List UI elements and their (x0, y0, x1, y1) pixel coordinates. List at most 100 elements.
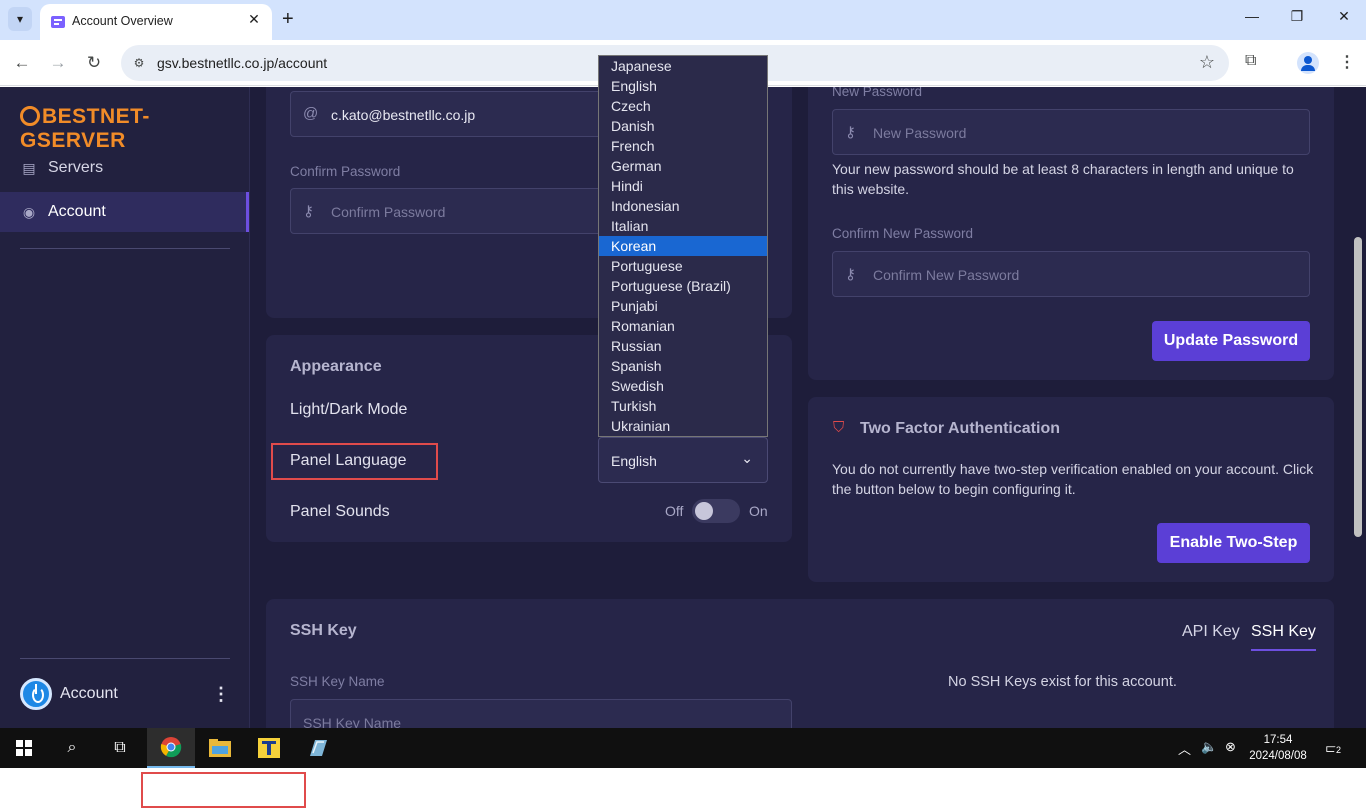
panel-sounds-toggle[interactable] (692, 499, 740, 523)
language-option[interactable]: Swedish (599, 376, 767, 396)
language-option[interactable]: Danish (599, 116, 767, 136)
language-option[interactable]: Spanish (599, 356, 767, 376)
ssh-key-name-field[interactable]: SSH Key Name (290, 699, 792, 728)
toggle-knob (695, 502, 713, 520)
ssh-key-title: SSH Key (290, 622, 357, 639)
language-option[interactable]: Korean (599, 236, 767, 256)
ssh-key-card: SSH Key API Key SSH Key SSH Key Name SSH… (266, 599, 1334, 728)
forward-icon[interactable]: → (47, 52, 69, 74)
update-password-card: New Password ⚷ New Password Your new pas… (808, 87, 1334, 380)
reload-icon[interactable]: ↻ (83, 52, 105, 74)
confirm-new-password-placeholder: Confirm New Password (873, 267, 1020, 283)
browser-tabstrip: ▾ Account Overview ✕ + — ❐ ✕ (0, 0, 1366, 40)
extensions-icon[interactable]: ⧉ (1245, 52, 1256, 70)
ssh-key-name-label: SSH Key Name (290, 674, 385, 689)
url-text: gsv.bestnetllc.co.jp/account (157, 55, 328, 71)
chrome-taskbar-icon[interactable] (147, 728, 195, 768)
tab-search-icon[interactable]: ▾ (8, 7, 32, 31)
language-option[interactable]: Japanese (599, 56, 767, 76)
tab-title: Account Overview (72, 14, 173, 28)
language-option[interactable]: Turkish (599, 396, 767, 416)
windows-taskbar: ⌕ ⧉ ︿ 🔈 ⊗ 17:54 2024/08/08 ▭ 2 (0, 728, 1366, 768)
confirm-new-password-label: Confirm New Password (832, 226, 974, 241)
notepad-app-icon[interactable] (294, 728, 342, 768)
site-info-icon[interactable]: ⚙ (129, 53, 149, 73)
brand-power-icon (20, 106, 40, 126)
light-dark-mode-label: Light/Dark Mode (290, 401, 408, 418)
tray-chevron-up-icon[interactable]: ︿ (1178, 739, 1191, 758)
enable-two-step-button[interactable]: Enable Two-Step (1157, 523, 1310, 563)
panel-language-value: English (611, 453, 657, 469)
profile-avatar-icon[interactable] (1297, 52, 1319, 74)
network-disconnected-icon[interactable]: ⊗ (1225, 739, 1236, 755)
new-tab-button[interactable]: + (282, 8, 294, 30)
highlight-box-chrome (141, 772, 306, 808)
clock-time: 17:54 (1263, 734, 1293, 746)
windows-start-icon[interactable] (0, 728, 48, 768)
panel-language-select[interactable]: English ⌄ (598, 437, 768, 483)
language-option[interactable]: Italian (599, 216, 767, 236)
sidebar-item-servers[interactable]: ▤ Servers (0, 148, 249, 188)
below-taskbar-area (0, 768, 1366, 808)
notification-icon[interactable]: ▭ 2 (1325, 739, 1344, 757)
browser-tab-account-overview[interactable]: Account Overview ✕ (40, 4, 272, 40)
email-value: c.kato@bestnetllc.co.jp (331, 107, 476, 123)
chevron-down-icon: ⌄ (741, 450, 753, 466)
language-option[interactable]: Indonesian (599, 196, 767, 216)
update-password-button[interactable]: Update Password (1152, 321, 1310, 361)
terminal-app-icon[interactable] (245, 728, 293, 768)
new-password-field[interactable]: ⚷ New Password (832, 109, 1310, 155)
language-option[interactable]: Russian (599, 336, 767, 356)
tab-api-key[interactable]: API Key (1182, 623, 1240, 641)
confirm-password-placeholder: Confirm Password (331, 204, 446, 220)
language-option[interactable]: Czech (599, 96, 767, 116)
password-help-text: Your new password should be at least 8 c… (832, 161, 1294, 197)
user-menu-icon[interactable]: ⋮ (212, 684, 230, 705)
language-option[interactable]: Punjabi (599, 296, 767, 316)
language-option[interactable]: Portuguese (599, 256, 767, 276)
volume-icon[interactable]: 🔈 (1201, 739, 1217, 755)
bookmark-star-icon[interactable]: ☆ (1199, 52, 1215, 73)
highlight-box-panel-language (271, 443, 438, 480)
language-option[interactable]: Romanian (599, 316, 767, 336)
language-option[interactable]: Hindi (599, 176, 767, 196)
sounds-off-label: Off (665, 503, 684, 519)
back-icon[interactable]: ← (11, 52, 33, 74)
at-icon: @ (303, 105, 319, 122)
panel-sounds-label: Panel Sounds (290, 503, 390, 520)
window-close-icon[interactable]: ✕ (1332, 8, 1356, 25)
key-icon: ⚷ (845, 266, 856, 283)
restore-icon[interactable]: ❐ (1285, 8, 1309, 25)
menu-kebab-icon[interactable]: ⋮ (1339, 52, 1355, 72)
task-view-icon[interactable]: ⧉ (96, 728, 144, 768)
search-icon[interactable]: ⌕ (48, 728, 96, 768)
language-option[interactable]: German (599, 156, 767, 176)
language-dropdown-list[interactable]: Japanese English Czech Danish French German Hi… (598, 55, 768, 437)
sidebar-item-label: Servers (48, 159, 104, 176)
shield-icon: ⛉ (833, 419, 845, 436)
key-icon: ⚷ (303, 203, 314, 220)
sidebar-item-label: Account (48, 203, 106, 220)
notification-count: 2 (1334, 745, 1344, 755)
brand-logo[interactable]: BESTNET-GSERVER (20, 105, 249, 153)
favicon-icon (51, 16, 65, 28)
sidebar-divider (20, 248, 230, 249)
taskbar-clock[interactable]: 17:54 2024/08/08 (1246, 732, 1310, 764)
no-ssh-keys-text: No SSH Keys exist for this account. (948, 674, 1177, 690)
minimize-icon[interactable]: — (1240, 8, 1264, 24)
user-circle-icon: ◉ (22, 203, 36, 220)
language-option[interactable]: French (599, 136, 767, 156)
sidebar-item-account[interactable]: ◉ Account (0, 192, 249, 232)
language-option[interactable]: English (599, 76, 767, 96)
key-icon: ⚷ (845, 124, 856, 141)
language-option[interactable]: Portuguese (Brazil) (599, 276, 767, 296)
sidebar-user[interactable]: Account ⋮ (20, 677, 230, 711)
language-option[interactable]: Ukrainian (599, 416, 767, 436)
page-scrollbar[interactable] (1354, 237, 1362, 537)
tab-close-icon[interactable]: ✕ (244, 11, 264, 28)
file-explorer-icon[interactable] (196, 728, 244, 768)
tab-ssh-key[interactable]: SSH Key (1251, 623, 1316, 651)
confirm-new-password-field[interactable]: ⚷ Confirm New Password (832, 251, 1310, 297)
ssh-key-name-placeholder: SSH Key Name (303, 715, 402, 728)
sidebar-divider (20, 658, 230, 659)
